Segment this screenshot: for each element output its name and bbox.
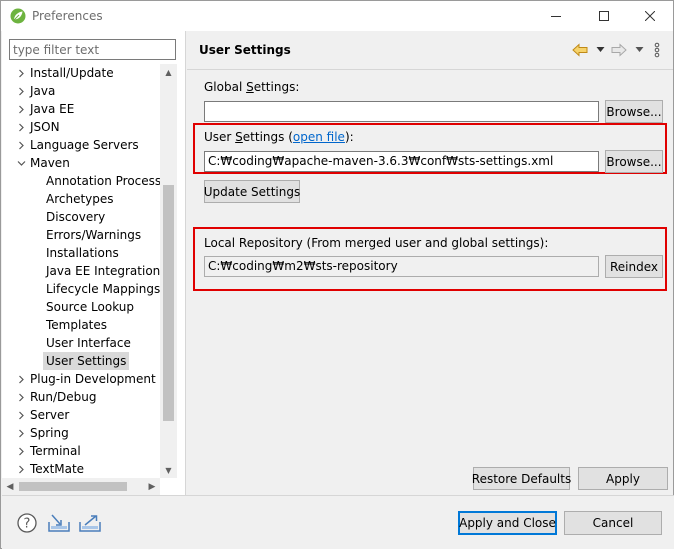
tree-item-label: Source Lookup <box>46 300 134 314</box>
chevron-right-icon[interactable] <box>16 64 26 82</box>
tree-item-label: JSON <box>30 120 60 134</box>
minimize-button[interactable] <box>533 1 579 31</box>
back-arrow-icon[interactable] <box>572 42 588 58</box>
chevron-right-icon[interactable] <box>16 388 26 406</box>
global-settings-field[interactable] <box>204 101 599 122</box>
user-settings-label: User Settings (open file): <box>204 130 354 144</box>
tree-item-label: Archetypes <box>46 192 114 206</box>
forward-arrow-icon[interactable] <box>611 42 627 58</box>
global-settings-label: Global Settings: <box>204 80 300 94</box>
tree-item-label: Java <box>30 84 56 98</box>
apply-and-close-button[interactable]: Apply and Close <box>458 511 557 535</box>
tree-item-label: Server <box>30 408 70 422</box>
chevron-right-icon[interactable] <box>16 82 26 100</box>
tree-item-label: Spring <box>30 426 69 440</box>
local-repository-field: C:₩coding₩m2₩sts-repository <box>204 256 599 277</box>
scroll-right-icon[interactable]: ▶ <box>144 478 160 495</box>
vertical-scroll-thumb[interactable] <box>163 185 174 421</box>
chevron-right-icon[interactable] <box>16 136 26 154</box>
tree-item-label: Plug-in Development <box>30 372 156 386</box>
user-settings-field[interactable]: C:₩coding₩apache-maven-3.6.3₩conf₩sts-se… <box>204 151 599 172</box>
svg-text:?: ? <box>24 517 31 532</box>
chevron-right-icon[interactable] <box>16 370 26 388</box>
close-icon <box>645 11 655 21</box>
restore-defaults-button[interactable]: Restore Defaults <box>472 467 571 490</box>
import-icon[interactable] <box>48 513 70 533</box>
tree-horizontal-scrollbar[interactable]: ◀ ▶ <box>2 478 160 495</box>
preference-tree-pane: Install/Update Java Java EE JSON Language Se… <box>2 31 186 495</box>
local-repository-label: Local Repository (From merged user and g… <box>204 236 549 250</box>
page-title: User Settings <box>199 43 291 57</box>
maximize-icon <box>599 11 609 21</box>
tree-item-label: Run/Debug <box>30 390 97 404</box>
apply-button[interactable]: Apply <box>578 467 668 490</box>
horizontal-scroll-thumb[interactable] <box>19 482 127 491</box>
preference-tree: Install/Update Java Java EE JSON Language Se… <box>2 64 160 478</box>
tree-item-label: Annotation Processin <box>46 174 160 188</box>
tree-item-label: TextMate <box>30 462 85 476</box>
help-icon[interactable]: ? <box>17 513 37 533</box>
user-settings-browse-button[interactable]: Browse... <box>605 150 663 173</box>
window-title: Preferences <box>32 9 103 23</box>
header-divider <box>187 69 673 70</box>
preferences-window: Preferences Install/Update Java Java EE JSO… <box>0 0 674 549</box>
tree-item-label: User Settings <box>43 352 130 370</box>
tree-item-label: Installations <box>46 246 119 260</box>
tree-item-label: Language Servers <box>30 138 139 152</box>
dialog-button-bar: ? Apply and Close Cancel <box>2 495 674 549</box>
tree-item-label: User Interface <box>46 336 131 350</box>
open-file-link[interactable]: open file <box>293 130 345 144</box>
chevron-right-icon[interactable] <box>16 424 26 442</box>
scroll-down-icon[interactable]: ▼ <box>160 462 177 478</box>
preference-page: User Settings Global Settings: Browse...… <box>187 31 673 495</box>
chevron-right-icon[interactable] <box>16 460 26 478</box>
cancel-button[interactable]: Cancel <box>564 511 662 535</box>
reindex-button[interactable]: Reindex <box>605 255 663 278</box>
minimize-icon <box>551 16 561 17</box>
tree-item-label: Lifecycle Mappings <box>46 282 160 296</box>
tree-item-label: Terminal <box>30 444 81 458</box>
chevron-right-icon[interactable] <box>16 100 26 118</box>
chevron-down-icon[interactable] <box>16 154 26 172</box>
tree-item-label: Java EE Integration <box>46 264 160 278</box>
tree-item-label: Errors/Warnings <box>46 228 142 242</box>
forward-dropdown-icon[interactable] <box>635 45 644 54</box>
view-menu-icon[interactable] <box>654 42 660 58</box>
tree-vertical-scrollbar[interactable]: ▲ ▼ <box>160 64 177 478</box>
tree-item-label: Discovery <box>46 210 106 224</box>
scroll-up-icon[interactable]: ▲ <box>160 64 177 80</box>
update-settings-button[interactable]: Update Settings <box>204 180 300 203</box>
tree-item-label: Templates <box>46 318 108 332</box>
tree-item-label: Maven <box>30 156 70 170</box>
close-button[interactable] <box>627 1 673 31</box>
export-icon[interactable] <box>79 513 101 533</box>
spring-leaf-icon <box>10 8 26 24</box>
chevron-right-icon[interactable] <box>16 442 26 460</box>
tree-item-label: Java EE <box>30 102 75 116</box>
scroll-left-icon[interactable]: ◀ <box>2 478 18 495</box>
filter-input[interactable] <box>9 39 176 60</box>
maximize-button[interactable] <box>581 1 627 31</box>
chevron-right-icon[interactable] <box>16 406 26 424</box>
global-settings-browse-button[interactable]: Browse... <box>605 100 663 123</box>
back-dropdown-icon[interactable] <box>596 45 605 54</box>
chevron-right-icon[interactable] <box>16 118 26 136</box>
title-bar[interactable]: Preferences <box>1 1 673 31</box>
tree-item-label: Install/Update <box>30 66 114 80</box>
